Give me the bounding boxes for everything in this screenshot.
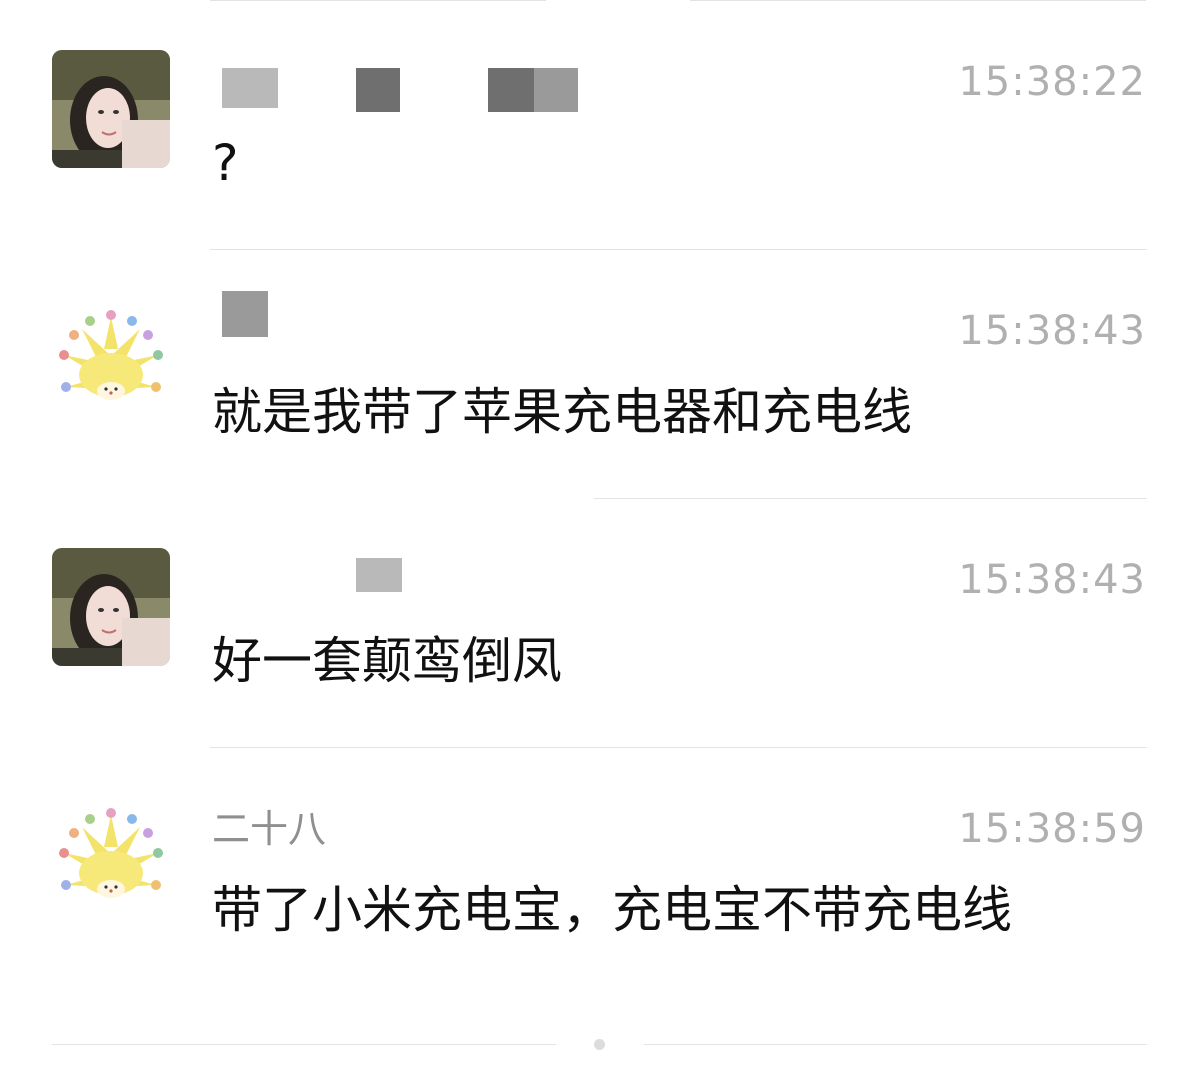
message-item[interactable]: 15:38:22 ?: [0, 0, 1200, 248]
hedgehog-avatar[interactable]: [52, 797, 170, 915]
chat-history-page: 15:38:22 ? 15:38:43 就是我带了苹果充电器和充电线 15:38…: [0, 0, 1200, 1066]
message-text: 就是我带了苹果充电器和充电线: [212, 383, 912, 441]
footer-divider-right: [644, 1044, 1147, 1045]
footer-divider-left: [52, 1044, 556, 1045]
message-text: 好一套颠鸾倒凤: [212, 632, 562, 690]
message-text: ?: [212, 134, 239, 192]
end-of-list-dot: [594, 1039, 605, 1050]
redacted-name-block: [488, 68, 534, 112]
hedgehog-avatar-icon: [52, 299, 170, 417]
redacted-name-block: [534, 68, 578, 112]
girl-photo-avatar[interactable]: [52, 548, 170, 666]
message-item[interactable]: 15:38:43 好一套颠鸾倒凤: [0, 498, 1200, 746]
hedgehog-avatar-icon: [52, 797, 170, 915]
message-item[interactable]: 二十八 15:38:59 带了小米充电宝，充电宝不带充电线: [0, 747, 1200, 995]
message-text: 带了小米充电宝，充电宝不带充电线: [212, 881, 1012, 939]
message-time: 15:38:43: [958, 557, 1146, 603]
girl-photo-avatar-icon: [52, 548, 170, 666]
redacted-name-block: [222, 291, 268, 337]
girl-photo-avatar-icon: [52, 50, 170, 168]
girl-photo-avatar[interactable]: [52, 50, 170, 168]
message-time: 15:38:59: [958, 806, 1146, 852]
redacted-name-block: [356, 558, 402, 592]
hedgehog-avatar[interactable]: [52, 299, 170, 417]
message-time: 15:38:43: [958, 308, 1146, 354]
redacted-name-block: [222, 68, 278, 108]
message-time: 15:38:22: [958, 59, 1146, 105]
message-item[interactable]: 15:38:43 就是我带了苹果充电器和充电线: [0, 249, 1200, 497]
sender-name: 二十八: [212, 807, 327, 851]
redacted-name-block: [356, 68, 400, 112]
